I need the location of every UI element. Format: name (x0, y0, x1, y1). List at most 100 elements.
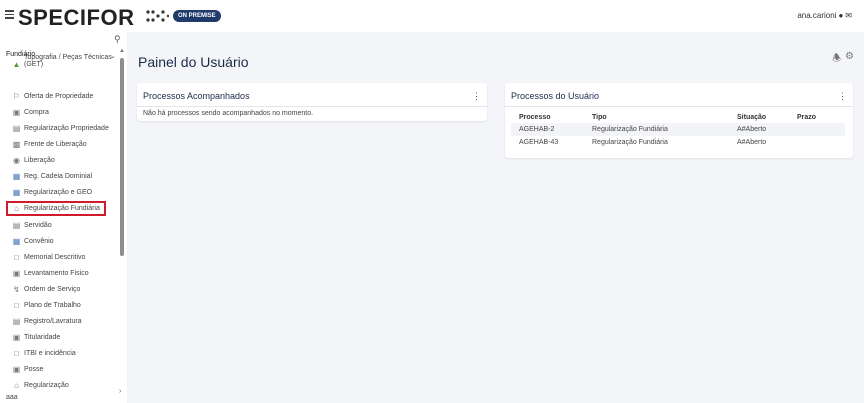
column-header[interactable]: Situação (729, 111, 789, 123)
kebab-menu-icon[interactable]: ⋮ (838, 91, 847, 102)
column-header[interactable]: Prazo (789, 111, 845, 123)
column-header[interactable]: Processo (511, 111, 584, 123)
processes-table: Processo Tipo Situação Prazo AGEHAB-2 Re… (511, 111, 845, 149)
map-icon: ▲ (12, 60, 21, 69)
sidebar-item-label: Servidão (24, 222, 52, 229)
sidebar-item-label: Liberação (24, 157, 55, 164)
document-icon: ▤ (12, 124, 21, 133)
sidebar-item-label: Registro/Lavratura (24, 318, 82, 325)
bell-icon[interactable]: 🕭 (832, 51, 841, 68)
sidebar-item-label: Regularização Propriedade (24, 125, 109, 132)
sidebar-item-titularidade[interactable]: ▣ Titularidade (12, 333, 61, 342)
mail-icon[interactable]: ✉ (845, 11, 852, 20)
sidebar-item-ordem-servico[interactable]: ↯ Ordem de Serviço (12, 285, 80, 294)
sidebar-item-aaa[interactable]: aaa (6, 394, 18, 401)
on-premise-badge: ON PREMISE (173, 10, 221, 22)
sidebar-item-frente-liberacao[interactable]: ▩ Frente de Liberação (12, 140, 87, 149)
brand-logo[interactable]: SPECIFOR (18, 5, 134, 31)
sidebar-item-label: Convênio (24, 238, 54, 245)
user-icon: ● (838, 11, 844, 20)
tractor-icon: ◉ (13, 156, 20, 165)
settings-icon[interactable]: ⚙ (845, 51, 854, 68)
table-row[interactable]: AGEHAB-2 Regularização Fundiária A#Abert… (511, 123, 845, 136)
divider (137, 106, 487, 107)
user-menu[interactable]: ana.carioni ● ✉ (797, 11, 852, 20)
table-cell: Regularização Fundiária (584, 136, 729, 149)
table-cell: Regularização Fundiária (584, 123, 729, 136)
sidebar-item-plano-trabalho[interactable]: □ Plano de Trabalho (12, 301, 81, 310)
sidebar-item-reg-cadeia[interactable]: ▦ Reg. Cadeia Dominial (12, 172, 92, 181)
broken-image-icon: ▦ (12, 237, 21, 246)
document-icon: ▤ (12, 221, 21, 230)
sidebar-item-label: ITBI e incidência (24, 350, 76, 357)
sidebar-item-label: Topografia / Peças Técnicas (24, 54, 112, 61)
sidebar-item-label: Compra (24, 109, 49, 116)
sidebar-item-oferta[interactable]: ⚐ Oferta de Propriedade (12, 92, 93, 101)
sidebar: ⚲ Fundiário ⌄ ▲ ▲ Topografia / Peças Téc… (0, 32, 127, 403)
sidebar-item-convenio[interactable]: ▦ Convênio (12, 237, 54, 246)
sidebar-item-liberacao[interactable]: ◉ Liberação (12, 156, 55, 165)
sidebar-item-label: Plano de Trabalho (24, 302, 81, 309)
card-title: Processos do Usuário (511, 91, 600, 101)
sidebar-item-posse[interactable]: ▣ Posse (12, 365, 44, 374)
sidebar-item-regularizacao-geo[interactable]: ▦ Regularização e GEO (12, 188, 92, 197)
sidebar-item-label-wrap: Topografia / Peças Técnicas (GET) (24, 54, 112, 68)
top-actions: 🕭 ⚙ (832, 51, 854, 68)
file-icon: □ (14, 253, 19, 262)
followed-processes-card: Processos Acompanhados ⋮ Não há processo… (137, 83, 487, 121)
sidebar-item-levantamento[interactable]: ▣ Levantamento Fisico (12, 269, 89, 278)
sidebar-item-regularizacao[interactable]: ⌂ Regularização (12, 381, 69, 390)
column-header[interactable]: Tipo (584, 111, 729, 123)
file-icon: □ (14, 301, 19, 310)
sidebar-item-label: Reg. Cadeia Dominial (24, 173, 93, 180)
sidebar-item-regularizacao-fundiaria[interactable]: ⌂ Regularização Fundiária (6, 201, 106, 216)
page-title: Painel do Usuário (138, 54, 249, 70)
sidebar-item-label: Oferta de Propriedade (24, 93, 94, 100)
table-cell: AGEHAB-2 (511, 123, 584, 136)
sidebar-item-label: Levantamento Fisico (24, 270, 89, 277)
divider (505, 106, 853, 107)
user-processes-card: Processos do Usuário ⋮ Processo Tipo Sit… (505, 83, 853, 158)
sidebar-item-label: Regularização Fundiária (24, 205, 100, 212)
table-header-row: Processo Tipo Situação Prazo (511, 111, 845, 123)
ledger-icon: ▤ (12, 317, 21, 326)
username: ana.carioni (797, 11, 837, 20)
empty-message: Não há processos sendo acompanhados no m… (143, 110, 314, 117)
search-icon[interactable]: ⚲ (114, 34, 121, 45)
table-row[interactable]: AGEHAB-43 Regularização Fundiária A#Aber… (511, 136, 845, 149)
sidebar-item-itbi[interactable]: □ ITBI e incidência (12, 349, 76, 358)
bolt-icon: ↯ (13, 285, 20, 294)
house-icon: ⌂ (14, 381, 19, 390)
sidebar-item-label: Frente de Liberação (24, 141, 87, 148)
sidebar-item-label: Regularização e GEO (24, 189, 93, 196)
top-bar: SPECIFOR ON PREMISE ana.carioni ● ✉ (0, 0, 864, 32)
menu-icon[interactable] (5, 10, 14, 19)
table-cell: A#Aberto (729, 123, 789, 136)
broken-image-icon: ▦ (12, 188, 21, 197)
sidebar-item-label-line2: (GET) (24, 61, 44, 68)
sidebar-item-servidao[interactable]: ▤ Servidão (12, 221, 52, 230)
sidebar-item-registro[interactable]: ▤ Registro/Lavratura (12, 317, 82, 326)
table-cell: AGEHAB-43 (511, 136, 584, 149)
card-title: Processos Acompanhados (143, 91, 250, 101)
sidebar-item-memorial[interactable]: □ Memorial Descritivo (12, 253, 85, 262)
brand-dots-icon (146, 10, 169, 22)
table-cell (789, 136, 845, 149)
broken-image-icon: ▦ (12, 172, 21, 181)
chevron-right-icon[interactable]: › (119, 388, 121, 395)
sidebar-item-label: Titularidade (24, 334, 61, 341)
building-icon: ▣ (12, 365, 21, 374)
kebab-menu-icon[interactable]: ⋮ (472, 91, 481, 102)
sidebar-item-label: Posse (24, 366, 44, 373)
sidebar-item-label: Memorial Descritivo (24, 254, 86, 261)
scroll-up-arrow[interactable]: ▲ (119, 48, 125, 54)
sidebar-item-label: Ordem de Serviço (24, 286, 81, 293)
sidebar-item-regularizacao-propriedade[interactable]: ▤ Regularização Propriedade (12, 124, 109, 133)
scrollbar-thumb[interactable] (120, 58, 124, 256)
table-cell: A#Aberto (729, 136, 789, 149)
sidebar-item-topografia[interactable]: ▲ Topografia / Peças Técnicas (GET) (12, 54, 112, 69)
truck-icon: ▩ (12, 140, 21, 149)
sidebar-item-compra[interactable]: ▣ Compra (12, 108, 49, 117)
file-icon: □ (14, 349, 19, 358)
building-icon: ▣ (12, 333, 21, 342)
